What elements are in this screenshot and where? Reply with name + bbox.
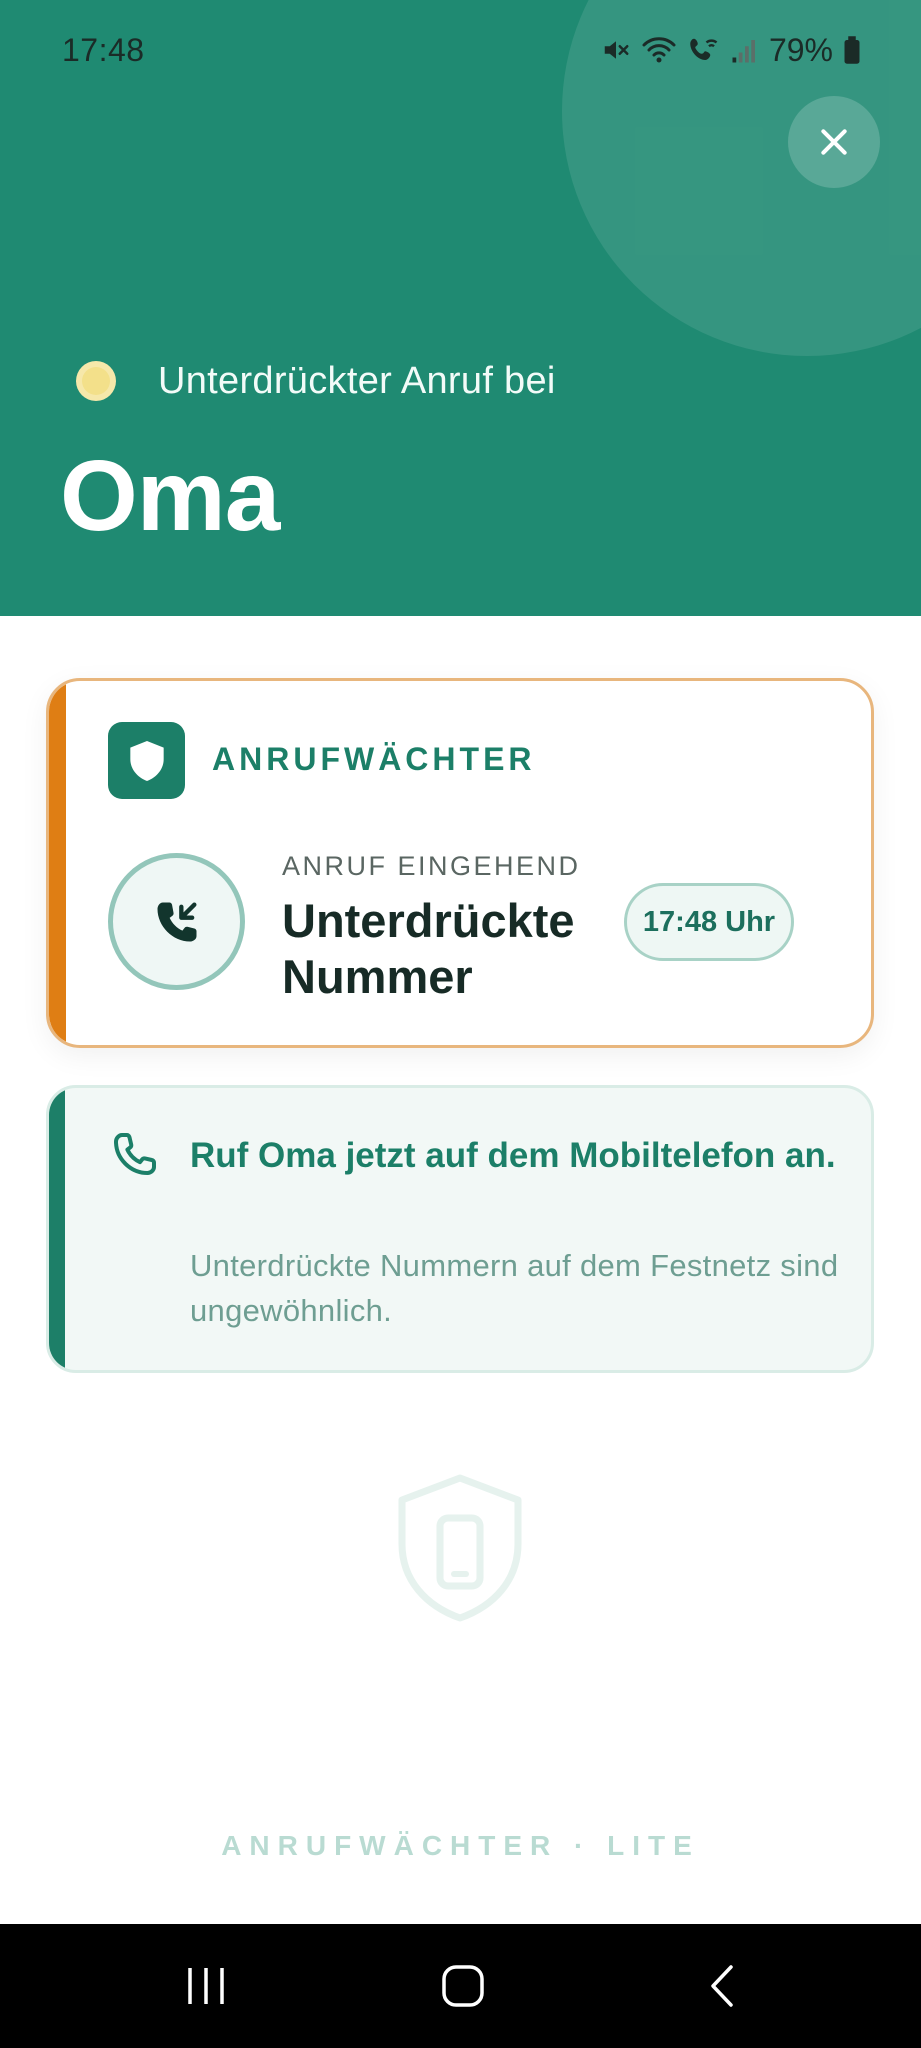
brand-label: ANRUFWÄCHTER <box>212 741 536 777</box>
phone-incoming-icon <box>157 902 196 941</box>
back-button[interactable] <box>677 1946 767 2026</box>
close-button[interactable] <box>788 96 880 188</box>
call-time-badge: 17:48 Uhr <box>624 883 794 961</box>
caller-subtitle: Unterdrückter Anruf bei <box>158 359 556 402</box>
home-button[interactable] <box>418 1946 508 2026</box>
shield-icon <box>129 740 164 781</box>
phone-icon <box>114 1133 156 1175</box>
status-time: 17:48 <box>62 32 145 68</box>
battery-icon <box>844 36 860 64</box>
recents-icon <box>188 1968 224 2004</box>
call-alert-card: ANRUFWÄCHTER ANRUF EINGEHEND Unterdrückt… <box>46 678 874 1048</box>
status-dot <box>76 361 116 401</box>
battery-percentage: 79% <box>768 31 833 68</box>
advice-accent-bar <box>49 1088 65 1370</box>
wifi-calling-icon <box>690 38 718 60</box>
status-icons: 79% <box>601 28 861 72</box>
wifi-icon <box>642 37 676 63</box>
signal-icon <box>732 40 755 63</box>
advice-card: Ruf Oma jetzt auf dem Mobiltelefon an. U… <box>46 1085 874 1373</box>
back-icon <box>711 1965 733 2007</box>
advice-title: Ruf Oma jetzt auf dem Mobiltelefon an. <box>190 1136 836 1175</box>
home-icon <box>442 1965 484 2007</box>
card-accent-bar <box>49 681 66 1045</box>
status-bar: 17:48 79% <box>0 0 921 100</box>
caller-name: Oma <box>60 440 280 552</box>
call-direction-label: ANRUF EINGEHEND <box>282 851 581 881</box>
caller-number: Unterdrückte Nummer <box>282 894 575 1003</box>
shield-phone-icon <box>398 1474 522 1622</box>
advice-text: Unterdrückte Nummern auf dem Festnetz si… <box>190 1248 839 1328</box>
system-nav-bar <box>0 1924 921 2048</box>
close-icon <box>821 129 847 155</box>
recents-button[interactable] <box>161 1946 251 2026</box>
footer-brand: ANRUFWÄCHTER · LITE <box>221 1830 700 1861</box>
call-icon-badge <box>108 853 245 990</box>
brand-badge <box>108 722 185 799</box>
header: 17:48 79% Unterdrückter Anruf bei Oma <box>0 0 921 616</box>
caller-line: Unterdrückter Anruf bei <box>76 356 556 406</box>
mute-icon <box>604 41 629 59</box>
